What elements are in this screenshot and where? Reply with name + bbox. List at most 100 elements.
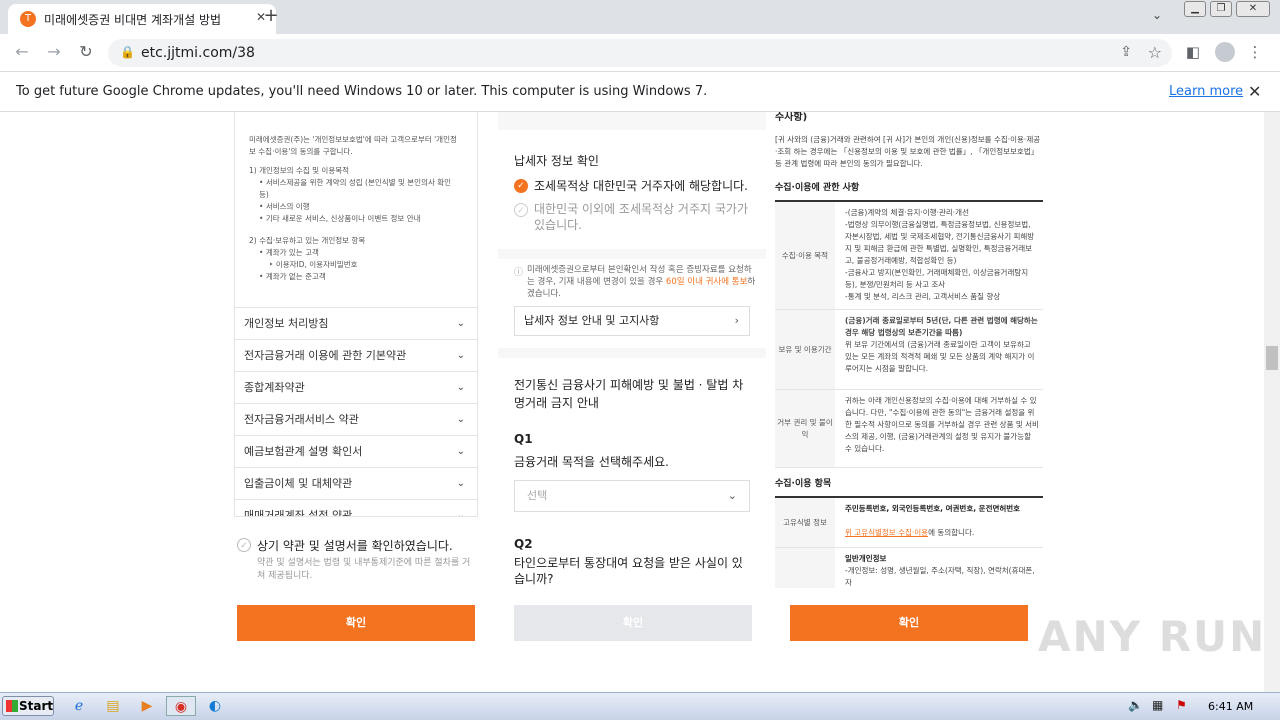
terms-panel: 미래에셋증권(주)는 '개인정보보호법'에 따라 고객으로부터 '개인정보 수집…: [234, 112, 478, 517]
network-icon[interactable]: ▦: [1152, 698, 1163, 712]
accordion-item[interactable]: 종합계좌약관 ⌄: [235, 371, 477, 403]
section2-item: • 계좌가 있는 고객: [259, 248, 319, 257]
confirm-tax-button[interactable]: 확인: [514, 605, 752, 641]
close-window-button[interactable]: ✕: [1236, 1, 1270, 17]
side-panel-icon[interactable]: ◧: [1183, 42, 1203, 62]
consent-intro: 미래에셋증권(주)는 '개인정보보호법'에 따라 고객으로부터 '개인정보 수집…: [249, 135, 457, 156]
consent-intro: [귀 사와의 (금융)거래와 관련하여 [귀 사]가 본인의 개인(신용)정보를…: [775, 135, 1041, 168]
row-value-bold: (금융)거래 종료일로부터 5년(단, 다른 관련 법령에 해당하는 경우 해당…: [845, 316, 1038, 337]
scrollbar-thumb[interactable]: [1266, 346, 1278, 370]
reload-icon[interactable]: ↻: [76, 42, 96, 62]
terms-accordion: 개인정보 처리방침 ⌄ 전자금융거래 이용에 관한 기본약관 ⌄ 종합계좌약관 ⌄ 전…: [235, 307, 477, 517]
consent-link[interactable]: 위 고유식별정보 수집·이용: [845, 528, 928, 537]
confirm-label[interactable]: 상기 약관 및 설명서를 확인하였습니다.: [257, 537, 453, 554]
windows-logo-icon: [6, 700, 18, 712]
row-label: 보유 및 이용기간: [775, 310, 835, 389]
system-tray: 🔈 ▦ ⚑: [1120, 693, 1280, 720]
browser-tab[interactable]: T 미래에셋증권 비대면 계좌개설 방법 ✕: [8, 4, 276, 34]
chevron-down-icon: ⌄: [456, 414, 465, 425]
folder-icon[interactable]: ▤: [102, 696, 124, 716]
option1-check-icon[interactable]: ✓: [514, 179, 528, 193]
infobar-close-icon[interactable]: ✕: [1248, 82, 1261, 101]
section1-title: 1) 개인정보의 수집 및 이용목적: [249, 166, 350, 175]
section1-item: • 서비스제공을 위한 계약의 성립 (본인식별 및 본인의사 확인 등): [259, 178, 452, 199]
accordion-item[interactable]: 입출금이체 및 대체약관 ⌄: [235, 467, 477, 499]
infobar-message: To get future Google Chrome updates, you…: [16, 84, 708, 99]
accordion-item[interactable]: 예금보험관계 설명 확인서 ⌄: [235, 435, 477, 467]
confirm-consent-button[interactable]: 확인: [790, 605, 1028, 641]
chrome-icon[interactable]: ◉: [166, 696, 196, 716]
privacy-consent-text[interactable]: 미래에셋증권(주)는 '개인정보보호법'에 따라 고객으로부터 '개인정보 수집…: [235, 112, 477, 283]
confirm-sublabel: 약관 및 설명서는 법령 및 내부통제기준에 따른 절차를 거쳐 제공됩니다.: [257, 558, 471, 581]
tax-info-panel: 납세자 정보 확인 ✓ 조세목적상 대한민국 거주자에 해당합니다. ✓ 대한민…: [498, 112, 766, 517]
update-infobar: To get future Google Chrome updates, you…: [0, 72, 1280, 112]
tab-search-icon[interactable]: ⌄: [1152, 8, 1162, 22]
section2-item: • 계좌가 없는 준고객: [259, 272, 326, 281]
row-value: 귀하는 아래 개인신용정보의 수집·이용에 대해 거부하실 수 있습니다. 다만…: [845, 396, 1039, 453]
q1-label: Q1: [514, 432, 533, 446]
start-button[interactable]: Start: [2, 696, 54, 716]
section2-title: 2) 수집·보유하고 있는 개인정보 항목: [249, 236, 366, 245]
back-icon[interactable]: ←: [12, 42, 32, 62]
section-items-title: 수집·이용 항목: [775, 478, 1043, 498]
panel-heading: 수사항): [775, 112, 808, 123]
accordion-item[interactable]: 전자금융거래 이용에 관한 기본약관 ⌄: [235, 339, 477, 371]
url-text[interactable]: etc.jjtmi.com/38: [141, 45, 255, 61]
flag-icon[interactable]: ⚑: [1176, 698, 1187, 712]
section-divider: [498, 249, 766, 259]
row-value-bold: 주민등록번호, 외국인등록번호, 여권번호, 운전면허번호: [845, 504, 1021, 513]
bookmark-star-icon[interactable]: ☆: [1148, 43, 1162, 62]
favicon-icon: T: [20, 11, 36, 27]
tax-info-link[interactable]: 납세자 정보 안내 및 고지사항 ›: [514, 306, 750, 336]
table-row: 거부 권리 및 불이익 귀하는 아래 개인신용정보의 수집·이용에 대해 거부하…: [775, 390, 1043, 468]
table-row: 일반개인정보 -개인정보: 성명, 생년월일, 주소(자택, 직장), 연락처(휴…: [775, 548, 1043, 588]
tax-option-resident[interactable]: 조세목적상 대한민국 거주자에 해당합니다.: [534, 177, 748, 194]
row-label: 거부 권리 및 불이익: [775, 390, 835, 467]
confirm-terms-button[interactable]: 확인: [237, 605, 475, 641]
chevron-down-icon: ⌄: [456, 510, 465, 517]
address-bar[interactable]: 🔒 etc.jjtmi.com/38 ⇪ ☆: [108, 39, 1172, 67]
accordion-item[interactable]: 개인정보 처리방침 ⌄: [235, 307, 477, 339]
lock-icon[interactable]: 🔒: [120, 45, 135, 59]
volume-icon[interactable]: 🔈: [1128, 698, 1143, 712]
minimize-button[interactable]: ▁: [1184, 1, 1206, 17]
forward-icon[interactable]: →: [44, 42, 64, 62]
ie-icon[interactable]: ℯ: [68, 696, 90, 716]
tab-title: 미래에셋증권 비대면 계좌개설 방법: [44, 13, 222, 27]
chevron-down-icon: ⌄: [456, 478, 465, 489]
menu-kebab-icon[interactable]: ⋮: [1245, 42, 1265, 62]
tax-notice: 미래에셋증권으로부터 본인확인서 작성 혹은 증빙자료를 요청하는 경우, 기재…: [527, 265, 756, 299]
q2-text: 타인으로부터 통장대여 요청을 받은 사실이 있습니까?: [514, 556, 743, 586]
purpose-select[interactable]: 선택 ⌄: [514, 480, 750, 512]
tax-option-foreign[interactable]: 대한민국 이외에 조세목적상 거주지 국가가 있습니다.: [534, 201, 754, 233]
accordion-item[interactable]: 전자금융거래서비스 약관 ⌄: [235, 403, 477, 435]
credit-consent-panel: 수사항) [귀 사와의 (금융)거래와 관련하여 [귀 사]가 본인의 개인(신…: [775, 112, 1043, 600]
anyrun-watermark: ANY RUN: [1038, 612, 1267, 661]
learn-more-link[interactable]: Learn more: [1169, 84, 1243, 99]
q2-label: Q2: [514, 537, 533, 551]
new-tab-button[interactable]: +: [260, 5, 282, 27]
table-row: 수집·이용 목적 -(금융)계약의 체결·유지·이행·관리·개선 -법령상 의무…: [775, 202, 1043, 310]
media-player-icon[interactable]: ▶: [136, 696, 158, 716]
option2-check-icon[interactable]: ✓: [514, 203, 528, 217]
chevron-down-icon: ⌄: [456, 350, 465, 361]
clock[interactable]: 6:41 AM: [1208, 700, 1253, 713]
vertical-scrollbar[interactable]: [1264, 112, 1280, 692]
row-value: 위 보유 기간에서의 (금융)거래 종료일이란 고객이 보유하고 있는 모든 계…: [845, 340, 1035, 373]
section1-item: • 기타 새로운 서비스, 신상품이나 이벤트 정보 안내: [259, 214, 421, 223]
accordion-item[interactable]: 매매거래계좌 설정 약관 ⌄: [235, 499, 477, 517]
row-label: 수집·이용 목적: [775, 202, 835, 309]
confirm-check-icon[interactable]: ✓: [237, 538, 251, 552]
chevron-down-icon: ⌄: [456, 318, 465, 329]
q1-text: 금융거래 목적을 선택해주세요.: [514, 455, 669, 469]
chevron-down-icon: ⌄: [727, 489, 737, 502]
row-value-bold: 일반개인정보: [845, 554, 887, 563]
profile-avatar[interactable]: [1215, 42, 1235, 62]
maximize-button[interactable]: ❐: [1210, 1, 1232, 17]
edge-icon[interactable]: ◐: [204, 696, 226, 716]
table-row: 고유식별 정보 주민등록번호, 외국인등록번호, 여권번호, 운전면허번호 위 고…: [775, 498, 1043, 548]
table-row: 보유 및 이용기간 (금융)거래 종료일로부터 5년(단, 다른 관련 법령에 …: [775, 310, 1043, 390]
chevron-down-icon: ⌄: [456, 446, 465, 457]
tax-title: 납세자 정보 확인: [514, 154, 599, 168]
share-icon[interactable]: ⇪: [1120, 44, 1132, 60]
